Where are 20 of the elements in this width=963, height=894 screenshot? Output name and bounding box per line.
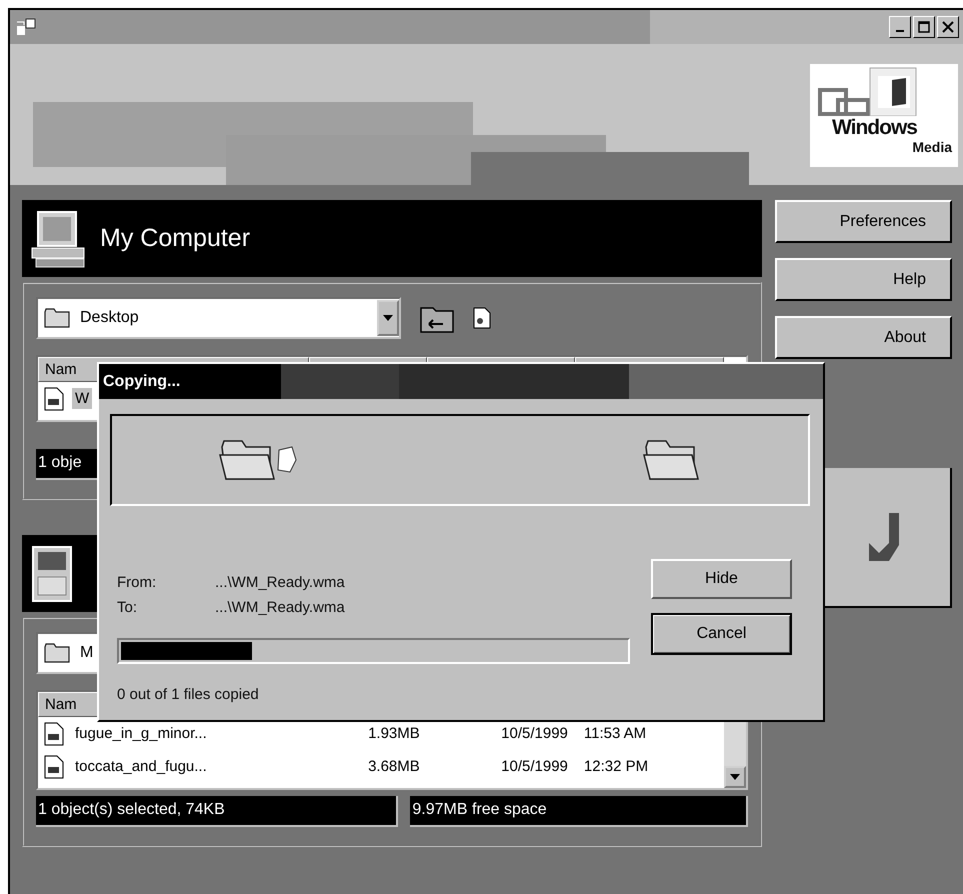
- logo-text: Windows: [832, 116, 917, 140]
- file-name: toccata_and_fugu...: [74, 757, 208, 777]
- field-label: From:: [117, 574, 158, 591]
- copy-status: 0 out of 1 files copied: [117, 686, 260, 703]
- status-text: 1 object(s) selected, 74KB: [36, 796, 398, 827]
- logo-text: Media: [912, 139, 952, 155]
- dialog-title: Copying...: [103, 372, 180, 390]
- field-label: To:: [117, 599, 138, 616]
- table-cell-text: 11:53 AM: [582, 725, 648, 742]
- file-name: fugue_in_g_minor...: [74, 724, 208, 744]
- file-path: ...\WM_Ready.wma: [215, 599, 345, 616]
- table-cell-text: 12:32 PM: [582, 758, 650, 775]
- table-cell-text: 10/5/1999: [500, 758, 569, 775]
- status-text: 9.97MB free space: [410, 796, 748, 827]
- file-name: W: [72, 388, 92, 409]
- table-cell-text: 10/5/1999: [500, 725, 569, 742]
- file-path: ...\WM_Ready.wma: [215, 574, 345, 591]
- table-cell-text: 3.68MB: [367, 758, 421, 775]
- panel-title: My Computer: [100, 224, 250, 253]
- table-cell-text: 1.93MB: [367, 725, 421, 742]
